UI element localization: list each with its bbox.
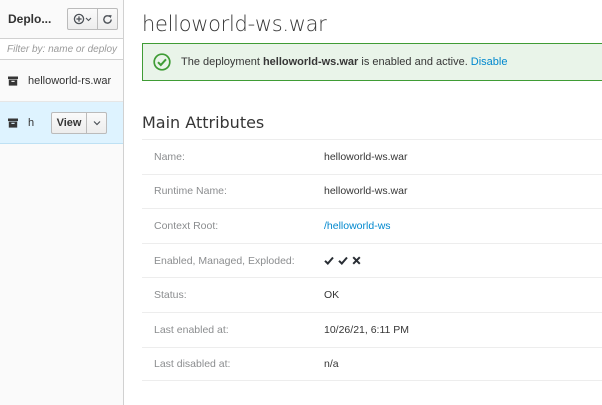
add-deployment-button[interactable] bbox=[67, 8, 98, 30]
close-icon bbox=[352, 256, 361, 265]
attributes-table: Name: helloworld-ws.war Runtime Name: he… bbox=[142, 139, 602, 382]
plus-circle-icon bbox=[73, 13, 91, 25]
attribute-row-name: Name: helloworld-ws.war bbox=[142, 139, 602, 174]
attribute-label: Status: bbox=[154, 289, 187, 302]
success-alert: The deployment helloworld-ws.war is enab… bbox=[142, 43, 602, 81]
flags-value bbox=[324, 256, 361, 266]
disable-link[interactable]: Disable bbox=[471, 56, 508, 68]
alert-deployment-name: helloworld-ws.war bbox=[262, 56, 359, 68]
chevron-down-icon bbox=[93, 120, 100, 125]
attribute-label: Runtime Name: bbox=[154, 185, 227, 198]
deployment-detail-panel: helloworld-ws.war The deployment hellowo… bbox=[124, 0, 602, 405]
sidebar-toolbar bbox=[67, 8, 118, 30]
deployments-sidebar: Deplo... Filter by: name or deploy hello… bbox=[0, 0, 124, 405]
deployment-item-label: helloworld-rs.war bbox=[28, 74, 112, 87]
attribute-value: helloworld-ws.war bbox=[324, 150, 408, 163]
archive-icon bbox=[8, 76, 18, 86]
view-button[interactable]: View bbox=[51, 111, 87, 134]
alert-text: The deployment helloworld-ws.war is enab… bbox=[181, 56, 507, 68]
deployment-item-helloworld-rs[interactable]: helloworld-rs.war bbox=[0, 60, 123, 102]
view-split-button: View bbox=[51, 111, 107, 134]
context-root-link[interactable]: /helloworld-ws bbox=[324, 220, 391, 232]
attribute-label: Context Root: bbox=[154, 219, 219, 232]
check-icon bbox=[338, 256, 348, 266]
view-dropdown-toggle[interactable] bbox=[87, 111, 107, 134]
section-title: Main Attributes bbox=[142, 113, 265, 132]
sidebar-title: Deplo... bbox=[8, 12, 52, 26]
attribute-value: helloworld-ws.war bbox=[324, 185, 408, 198]
attribute-label: Name: bbox=[154, 150, 185, 163]
archive-icon bbox=[8, 118, 18, 128]
attribute-row-last-enabled: Last enabled at: 10/26/21, 6:11 PM bbox=[142, 311, 602, 347]
page-title: helloworld-ws.war bbox=[142, 12, 327, 36]
refresh-icon bbox=[103, 14, 112, 24]
attribute-value: n/a bbox=[324, 357, 339, 370]
attribute-label: Last disabled at: bbox=[154, 357, 231, 370]
filter-field bbox=[0, 38, 123, 60]
attribute-row-flags: Enabled, Managed, Exploded: bbox=[142, 242, 602, 278]
alert-prefix: The deployment bbox=[181, 56, 260, 68]
deployment-item-label: h bbox=[28, 116, 35, 129]
attribute-row-context-root: Context Root: /helloworld-ws bbox=[142, 208, 602, 243]
refresh-button[interactable] bbox=[98, 8, 118, 30]
deployment-item-selected[interactable]: h View bbox=[0, 102, 123, 144]
check-icon bbox=[324, 256, 334, 266]
attribute-label: Enabled, Managed, Exploded: bbox=[154, 254, 295, 267]
ok-circle-icon bbox=[153, 53, 171, 71]
attribute-row-runtime-name: Runtime Name: helloworld-ws.war bbox=[142, 173, 602, 209]
status-value: OK bbox=[324, 289, 340, 302]
alert-suffix: is enabled and active. bbox=[361, 56, 468, 68]
sidebar-header: Deplo... bbox=[0, 0, 123, 38]
attribute-value: 10/26/21, 6:11 PM bbox=[324, 323, 410, 336]
attribute-row-last-disabled: Last disabled at: n/a bbox=[142, 346, 602, 382]
attribute-row-status: Status: OK bbox=[142, 277, 602, 312]
filter-input[interactable] bbox=[7, 43, 119, 55]
attribute-label: Last enabled at: bbox=[154, 323, 229, 336]
